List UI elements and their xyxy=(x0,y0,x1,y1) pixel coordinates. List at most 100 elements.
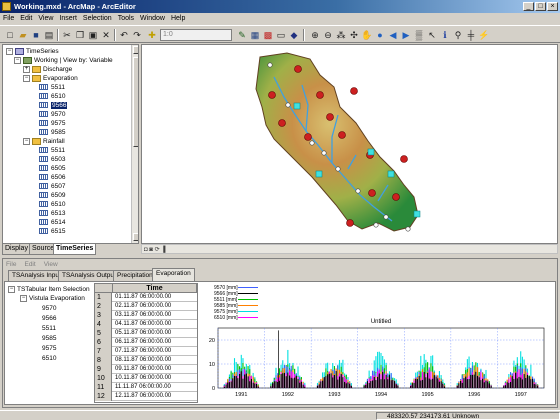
menu-selection[interactable]: Selection xyxy=(80,13,115,25)
table-row[interactable]: 5 05.11.87 06:00:00.00 xyxy=(95,329,197,338)
pan-icon[interactable]: ✋ xyxy=(361,29,373,41)
table-row[interactable]: 2 02.11.87 06:00:00.00 xyxy=(95,302,197,311)
print-icon[interactable]: ▤ xyxy=(43,29,55,41)
full-extent-icon[interactable]: ● xyxy=(374,29,386,41)
tab-timeseries[interactable]: TimeSeries xyxy=(53,244,97,255)
copy-icon[interactable]: ❐ xyxy=(74,29,86,41)
editor-icon[interactable]: ✎ xyxy=(236,29,248,41)
toc-layer-item[interactable]: 6509 xyxy=(39,191,65,200)
toc-layer-item[interactable]: 6513 xyxy=(39,209,65,218)
select-features-icon[interactable]: ▒ xyxy=(413,29,425,41)
delete-icon[interactable]: ✕ xyxy=(100,29,112,41)
fixed-zoom-in-icon[interactable]: ⁂ xyxy=(335,29,347,41)
toc-group-evaporation[interactable]: − Evaporation xyxy=(23,74,78,83)
table-icon[interactable]: ▦ xyxy=(249,29,261,41)
table-row[interactable]: 9 09.11.87 06:00:00.00 xyxy=(95,365,197,374)
table-row[interactable]: 11 11.11.87 06:00:00.00 xyxy=(95,383,197,392)
model-icon[interactable]: ◆ xyxy=(288,29,300,41)
toc-layer-item[interactable]: 6514 xyxy=(39,218,65,227)
table-row[interactable]: 7 07.11.87 06:00:00.00 xyxy=(95,347,197,356)
toc-layer-item[interactable]: 6505 xyxy=(39,164,65,173)
menu-help[interactable]: Help xyxy=(168,13,188,25)
grid-header-time[interactable]: Time xyxy=(113,284,197,293)
maximize-button[interactable]: □ xyxy=(535,2,546,11)
tab-precipitation[interactable]: Precipitation xyxy=(113,270,157,281)
paste-icon[interactable]: ▣ xyxy=(87,29,99,41)
tree-item[interactable]: 9585 xyxy=(42,334,56,343)
back-extent-icon[interactable]: ◀ xyxy=(387,29,399,41)
tree-item[interactable]: 6510 xyxy=(42,354,56,363)
map-view[interactable] xyxy=(141,44,558,244)
time-cell[interactable]: 08.11.87 06:00:00.00 xyxy=(115,356,171,365)
toc-scrollbar[interactable] xyxy=(131,45,138,243)
hyperlink-icon[interactable]: ⚡ xyxy=(478,29,490,41)
time-cell[interactable]: 12.11.87 06:00:00.00 xyxy=(115,392,171,401)
toc-layer-item[interactable]: 5511 xyxy=(39,83,65,92)
tree-group[interactable]: − Vistula Evaporation xyxy=(20,294,85,303)
minimize-button[interactable]: _ xyxy=(523,2,534,11)
time-cell[interactable]: 01.11.87 06:00:00.00 xyxy=(115,293,171,302)
ts-menu-file[interactable]: File xyxy=(6,261,16,268)
toc-layer-item[interactable]: 9570 xyxy=(39,110,65,119)
zoom-in-icon[interactable]: ⊕ xyxy=(309,29,321,41)
toc-layer-item[interactable]: 6510 xyxy=(39,92,65,101)
close-button[interactable]: × xyxy=(547,2,558,11)
scroll-down-arrow[interactable] xyxy=(133,233,138,241)
toc-layer-item[interactable]: 6506 xyxy=(39,173,65,182)
open-folder-icon[interactable]: ▰ xyxy=(17,29,29,41)
undo-icon[interactable]: ↶ xyxy=(118,29,130,41)
toc-group-rainfall[interactable]: − Rainfall xyxy=(23,137,65,146)
table-row[interactable]: 6 06.11.87 06:00:00.00 xyxy=(95,338,197,347)
time-cell[interactable]: 03.11.87 06:00:00.00 xyxy=(115,311,171,320)
menu-tools[interactable]: Tools xyxy=(115,13,137,25)
add-data-icon[interactable]: ✚ xyxy=(146,29,158,41)
toc-group-discharge[interactable]: + Discharge xyxy=(23,65,72,74)
find-icon[interactable]: ⚲ xyxy=(452,29,464,41)
time-cell[interactable]: 07.11.87 06:00:00.00 xyxy=(115,347,171,356)
toc-layer-item[interactable]: 6515 xyxy=(39,227,65,236)
menu-edit[interactable]: Edit xyxy=(17,13,35,25)
toc-layer-item[interactable]: 6510 xyxy=(39,200,65,209)
time-cell[interactable]: 10.11.87 06:00:00.00 xyxy=(115,374,171,383)
toc-data-frame[interactable]: − Working | View by: Variable xyxy=(14,56,113,65)
save-icon[interactable]: ■ xyxy=(30,29,42,41)
redo-icon[interactable]: ↷ xyxy=(131,29,143,41)
time-cell[interactable]: 09.11.87 06:00:00.00 xyxy=(115,365,171,374)
menu-file[interactable]: File xyxy=(0,13,17,25)
time-cell[interactable]: 02.11.87 06:00:00.00 xyxy=(115,302,171,311)
time-cell[interactable]: 05.11.87 06:00:00.00 xyxy=(115,329,171,338)
fixed-zoom-out-icon[interactable]: ✣ xyxy=(348,29,360,41)
toc-layer-item[interactable]: 5511 xyxy=(39,146,65,155)
tree-root[interactable]: − TSTabular Item Selection xyxy=(8,285,90,294)
layout-view-buttons[interactable]: ◘ ◙ ⟳ ▐ xyxy=(144,246,166,253)
toc-layer-item[interactable]: 6503 xyxy=(39,155,65,164)
ts-menu-view[interactable]: View xyxy=(44,261,58,268)
table-row[interactable]: 10 10.11.87 06:00:00.00 xyxy=(95,374,197,383)
menu-view[interactable]: View xyxy=(35,13,56,25)
select-elements-icon[interactable]: ↖ xyxy=(426,29,438,41)
table-row[interactable]: 8 08.11.87 06:00:00.00 xyxy=(95,356,197,365)
cut-icon[interactable]: ✂ xyxy=(61,29,73,41)
toolbox-icon[interactable]: ▩ xyxy=(262,29,274,41)
scroll-thumb[interactable] xyxy=(133,57,138,147)
time-cell[interactable]: 11.11.87 06:00:00.00 xyxy=(115,383,171,392)
measure-icon[interactable]: ╪ xyxy=(465,29,477,41)
tab-evaporation[interactable]: Evaporation xyxy=(152,268,195,281)
toc-layer-item[interactable]: 9575 xyxy=(39,119,65,128)
menu-window[interactable]: Window xyxy=(137,13,168,25)
toc-layer-item[interactable]: 9585 xyxy=(39,128,65,137)
scroll-up-arrow[interactable] xyxy=(133,46,138,54)
toc-layer-item[interactable]: 6507 xyxy=(39,182,65,191)
tree-item[interactable]: 9570 xyxy=(42,304,56,313)
ts-menu-edit[interactable]: Edit xyxy=(24,261,35,268)
map-horizontal-scrollbar[interactable]: ◘ ◙ ⟳ ▐ xyxy=(141,244,558,254)
map-scale-combo[interactable]: 1:0 xyxy=(160,29,232,41)
time-cell[interactable]: 04.11.87 06:00:00.00 xyxy=(115,320,171,329)
table-row[interactable]: 12 12.11.87 06:00:00.00 xyxy=(95,392,197,401)
tree-item[interactable]: 9566 xyxy=(42,314,56,323)
tree-item[interactable]: 9575 xyxy=(42,344,56,353)
table-row[interactable]: 3 03.11.87 06:00:00.00 xyxy=(95,311,197,320)
time-cell[interactable]: 06.11.87 06:00:00.00 xyxy=(115,338,171,347)
catalog-icon[interactable]: ▭ xyxy=(275,29,287,41)
menu-insert[interactable]: Insert xyxy=(56,13,80,25)
